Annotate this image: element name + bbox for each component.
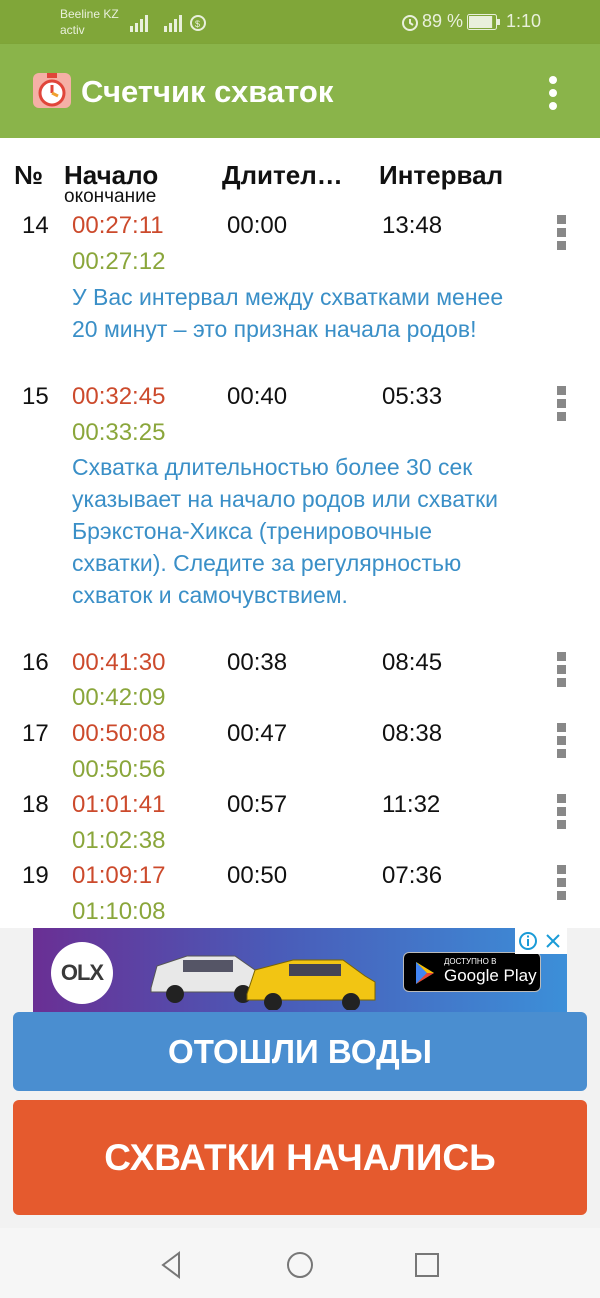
ad-banner[interactable]: OLX ДОСТУПНО В Google Play bbox=[33, 928, 567, 1014]
olx-logo: OLX bbox=[51, 942, 113, 1004]
interval: 08:38 bbox=[382, 720, 443, 747]
end-time: 00:33:25 bbox=[72, 419, 166, 446]
contractions-started-button[interactable]: СХВАТКИ НАЧАЛИСЬ bbox=[13, 1100, 587, 1215]
info-icon[interactable] bbox=[518, 931, 538, 951]
store-badge-name: Google Play bbox=[444, 966, 537, 985]
row-note: У Вас интервал между схватками менее 20 … bbox=[72, 284, 504, 342]
ad-choices[interactable] bbox=[515, 928, 567, 954]
row-note: Схватка длительностью более 30 сек указы… bbox=[72, 454, 498, 608]
column-header-interval: Интервал bbox=[379, 160, 504, 190]
end-time: 01:10:08 bbox=[72, 898, 166, 925]
row-menu-icon[interactable] bbox=[556, 215, 568, 251]
start-time: 00:41:30 bbox=[72, 649, 166, 676]
end-time: 01:02:38 bbox=[72, 827, 166, 854]
start-time: 01:09:17 bbox=[72, 862, 166, 889]
duration: 00:47 bbox=[227, 720, 288, 747]
interval: 11:32 bbox=[382, 791, 441, 818]
column-header-duration: Длител… bbox=[222, 160, 343, 190]
row-number: 19 bbox=[22, 862, 49, 889]
duration: 00:40 bbox=[227, 383, 288, 410]
end-time: 00:50:56 bbox=[72, 756, 166, 783]
app-title: Счетчик схваток bbox=[81, 74, 334, 109]
row-number: 18 bbox=[22, 791, 49, 818]
duration: 00:00 bbox=[227, 212, 288, 239]
cars-image bbox=[150, 955, 376, 1010]
more-vert-icon[interactable] bbox=[540, 70, 566, 114]
end-time: 00:42:09 bbox=[72, 684, 166, 711]
system-nav-bar bbox=[0, 1228, 600, 1298]
olx-logo-text: OLX bbox=[60, 960, 104, 985]
row-menu-icon[interactable] bbox=[556, 794, 568, 830]
carrier-label: Beeline KZ activ bbox=[60, 6, 119, 38]
contractions-list: № Начало окончание Длител… Интервал 14 0… bbox=[0, 138, 600, 928]
data-saver-icon: $ bbox=[190, 15, 206, 31]
row-menu-icon[interactable] bbox=[556, 652, 568, 688]
store-badge-caption: ДОСТУПНО В bbox=[444, 957, 497, 966]
row-number: 14 bbox=[22, 212, 49, 239]
google-play-badge[interactable]: ДОСТУПНО В Google Play bbox=[403, 952, 541, 992]
recents-icon[interactable] bbox=[412, 1250, 442, 1280]
column-header-number: № bbox=[14, 160, 43, 190]
interval: 13:48 bbox=[382, 212, 443, 239]
row-number: 17 bbox=[22, 720, 49, 747]
start-time: 00:50:08 bbox=[72, 720, 166, 747]
stopwatch-icon bbox=[33, 73, 71, 108]
row-menu-icon[interactable] bbox=[556, 865, 568, 901]
column-header-end: окончание bbox=[64, 186, 157, 207]
alarm-icon bbox=[402, 15, 418, 31]
duration: 00:50 bbox=[227, 862, 288, 889]
battery-icon bbox=[467, 14, 500, 30]
back-icon[interactable] bbox=[157, 1250, 187, 1280]
svg-text:$: $ bbox=[195, 19, 200, 29]
signal-icon bbox=[130, 15, 148, 32]
clock: 1:10 bbox=[506, 11, 542, 31]
app-bar: Счетчик схваток bbox=[0, 44, 600, 138]
end-time: 00:27:12 bbox=[72, 248, 166, 275]
waters-broke-button[interactable]: ОТОШЛИ ВОДЫ bbox=[13, 1012, 587, 1091]
home-icon[interactable] bbox=[285, 1250, 315, 1280]
row-menu-icon[interactable] bbox=[556, 723, 568, 759]
duration: 00:57 bbox=[227, 791, 288, 818]
interval: 05:33 bbox=[382, 383, 443, 410]
start-time: 00:32:45 bbox=[72, 383, 166, 410]
status-bar: Beeline KZ activ $ 89 % 1:10 bbox=[0, 0, 600, 44]
row-number: 16 bbox=[22, 649, 49, 676]
carrier-sub: activ bbox=[60, 23, 85, 37]
interval: 07:36 bbox=[382, 862, 443, 889]
carrier-name: Beeline KZ bbox=[60, 7, 119, 21]
row-number: 15 bbox=[22, 383, 49, 410]
battery-percent: 89 % bbox=[422, 11, 464, 31]
signal-icon bbox=[164, 15, 182, 32]
interval: 08:45 bbox=[382, 649, 443, 676]
start-time: 00:27:11 bbox=[72, 212, 164, 239]
duration: 00:38 bbox=[227, 649, 288, 676]
close-icon[interactable] bbox=[545, 933, 561, 949]
play-store-icon bbox=[416, 962, 434, 984]
row-menu-icon[interactable] bbox=[556, 386, 568, 422]
start-time: 01:01:41 bbox=[72, 791, 166, 818]
